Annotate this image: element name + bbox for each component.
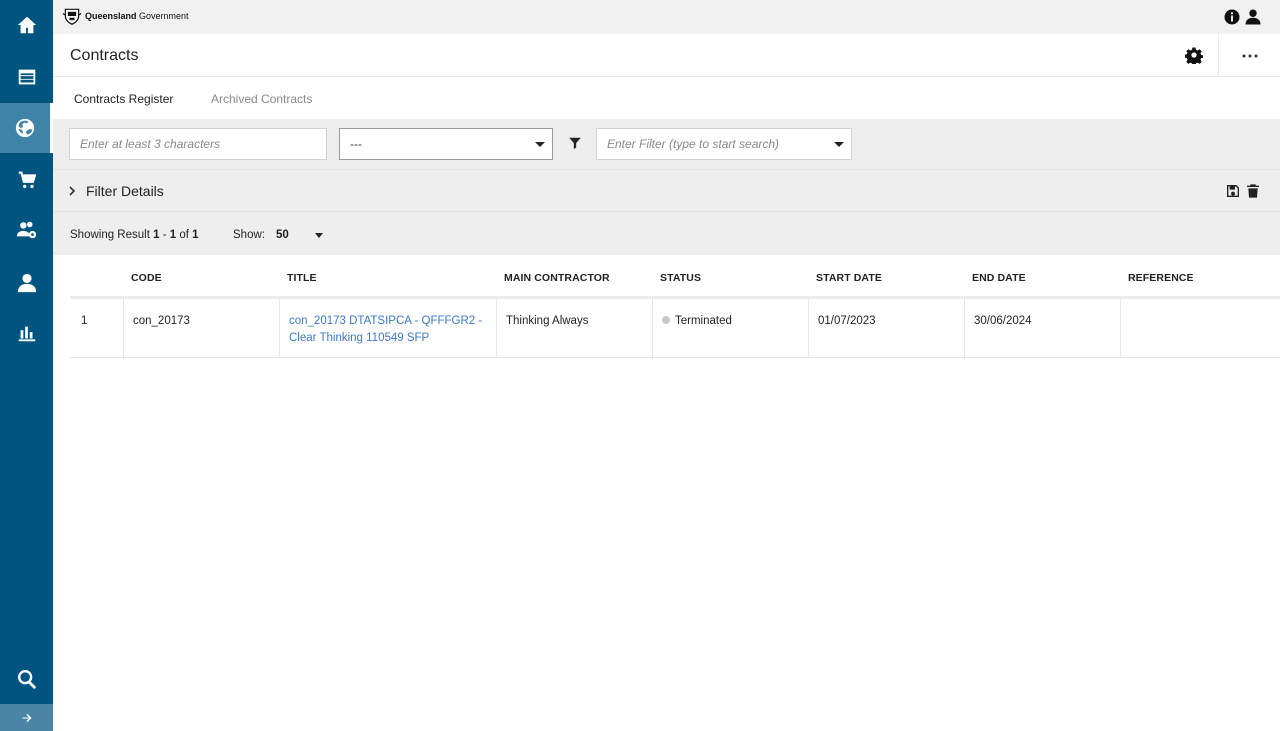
filter-details-panel: Filter Details xyxy=(53,169,1280,211)
gear-icon xyxy=(1184,47,1204,66)
table-row[interactable]: 1 con_20173 con_20173 DTATSIPCA - QFFFGR… xyxy=(70,299,1280,358)
search-input[interactable]: Enter at least 3 characters xyxy=(69,128,327,160)
tab-bar: Contracts Register Archived Contracts xyxy=(53,77,1280,119)
search-input-placeholder: Enter at least 3 characters xyxy=(80,137,221,151)
dashboard-icon xyxy=(18,69,35,85)
cell-reference xyxy=(1120,299,1280,358)
column-header-code[interactable]: CODE xyxy=(131,272,162,284)
chevron-down-icon xyxy=(315,233,323,238)
settings-button[interactable] xyxy=(1184,46,1204,66)
cell-start-date: 01/07/2023 xyxy=(808,299,964,358)
nav-contracts[interactable] xyxy=(0,103,53,153)
page-header: Contracts xyxy=(53,34,1280,77)
info-icon xyxy=(1224,9,1240,25)
result-count: Showing Result 1 - 1 of 1 xyxy=(70,229,199,241)
queensland-government-logo[interactable]: Queensland Government xyxy=(62,6,189,26)
row-index: 1 xyxy=(81,315,88,327)
saved-filter-select[interactable]: Enter Filter (type to start search) xyxy=(596,128,852,160)
contract-title-link[interactable]: con_20173 DTATSIPCA - QFFFGR2 - Clear Thi… xyxy=(289,315,482,344)
filter-select-value: --- xyxy=(350,137,362,151)
sidebar-expand-button[interactable] xyxy=(0,704,53,731)
column-header-reference[interactable]: REFERENCE xyxy=(1128,272,1194,284)
logo-text: Queensland Government xyxy=(85,11,189,21)
cell-code: con_20173 xyxy=(123,299,279,358)
nav-cart[interactable] xyxy=(0,155,53,205)
filter-bar: Enter at least 3 characters --- Enter Fi… xyxy=(53,119,1280,169)
nav-person[interactable] xyxy=(0,258,53,308)
delete-filter-button[interactable] xyxy=(1245,183,1261,199)
more-options-button[interactable] xyxy=(1218,34,1280,77)
filter-details-label: Filter Details xyxy=(86,183,164,199)
user-icon xyxy=(1245,9,1261,25)
search-icon xyxy=(17,670,36,689)
cell-main-contractor: Thinking Always xyxy=(496,299,652,358)
filter-select[interactable]: --- xyxy=(339,128,553,160)
page-size-select[interactable]: Show: 50 xyxy=(217,212,337,256)
person-icon xyxy=(17,273,36,293)
globe-handshake-icon xyxy=(15,118,35,138)
page-title: Contracts xyxy=(70,47,139,64)
bar-chart-icon xyxy=(18,326,35,342)
chevron-down-icon xyxy=(834,142,844,147)
tab-contracts-register[interactable]: Contracts Register xyxy=(74,92,173,106)
user-menu-button[interactable] xyxy=(1244,8,1262,26)
chevron-down-icon xyxy=(535,142,545,147)
sidebar-nav xyxy=(0,0,53,731)
nav-dashboard[interactable] xyxy=(0,52,53,102)
nav-people[interactable] xyxy=(0,205,53,255)
filter-button[interactable] xyxy=(568,136,582,150)
trash-icon xyxy=(1247,184,1259,198)
column-header-main-contractor[interactable]: MAIN CONTRACTOR xyxy=(504,272,610,284)
home-icon xyxy=(17,16,36,34)
result-count-box: Showing Result 1 - 1 of 1 xyxy=(53,212,215,256)
filter-details-toggle[interactable]: Filter Details xyxy=(67,183,164,199)
crest-icon xyxy=(62,8,82,25)
cell-end-date: 30/06/2024 xyxy=(964,299,1120,358)
cell-status: Terminated xyxy=(652,299,808,358)
result-bar: Showing Result 1 - 1 of 1 Show: 50 xyxy=(53,211,1280,255)
table-header: CODE TITLE MAIN CONTRACTOR STATUS START … xyxy=(70,255,1280,299)
status-dot xyxy=(662,316,670,324)
save-filter-button[interactable] xyxy=(1225,183,1241,199)
arrow-right-icon xyxy=(22,713,31,722)
saved-filter-placeholder: Enter Filter (type to start search) xyxy=(607,137,780,151)
page-size-label: Show: xyxy=(233,229,265,241)
save-icon xyxy=(1227,185,1239,197)
people-settings-icon xyxy=(16,221,36,239)
chevron-right-icon xyxy=(69,186,76,196)
column-header-status[interactable]: STATUS xyxy=(660,272,701,284)
nav-search[interactable] xyxy=(0,654,53,704)
funnel-icon xyxy=(569,137,581,149)
cart-icon xyxy=(18,171,36,189)
nav-home[interactable] xyxy=(0,0,53,50)
nav-reports[interactable] xyxy=(0,308,53,358)
more-horizontal-icon xyxy=(1242,54,1257,57)
main-content: Contracts Contracts Register Archived Co… xyxy=(53,34,1280,731)
top-bar: Queensland Government xyxy=(53,0,1280,34)
status-label: Terminated xyxy=(675,315,732,327)
column-header-title[interactable]: TITLE xyxy=(287,272,317,284)
page-size-value: 50 xyxy=(276,229,289,241)
column-header-start-date[interactable]: START DATE xyxy=(816,272,882,284)
cell-title: con_20173 DTATSIPCA - QFFFGR2 - Clear Thi… xyxy=(279,299,496,358)
column-header-end-date[interactable]: END DATE xyxy=(972,272,1026,284)
contracts-table: CODE TITLE MAIN CONTRACTOR STATUS START … xyxy=(70,255,1280,358)
info-button[interactable] xyxy=(1223,8,1241,26)
tab-archived-contracts[interactable]: Archived Contracts xyxy=(211,92,312,106)
